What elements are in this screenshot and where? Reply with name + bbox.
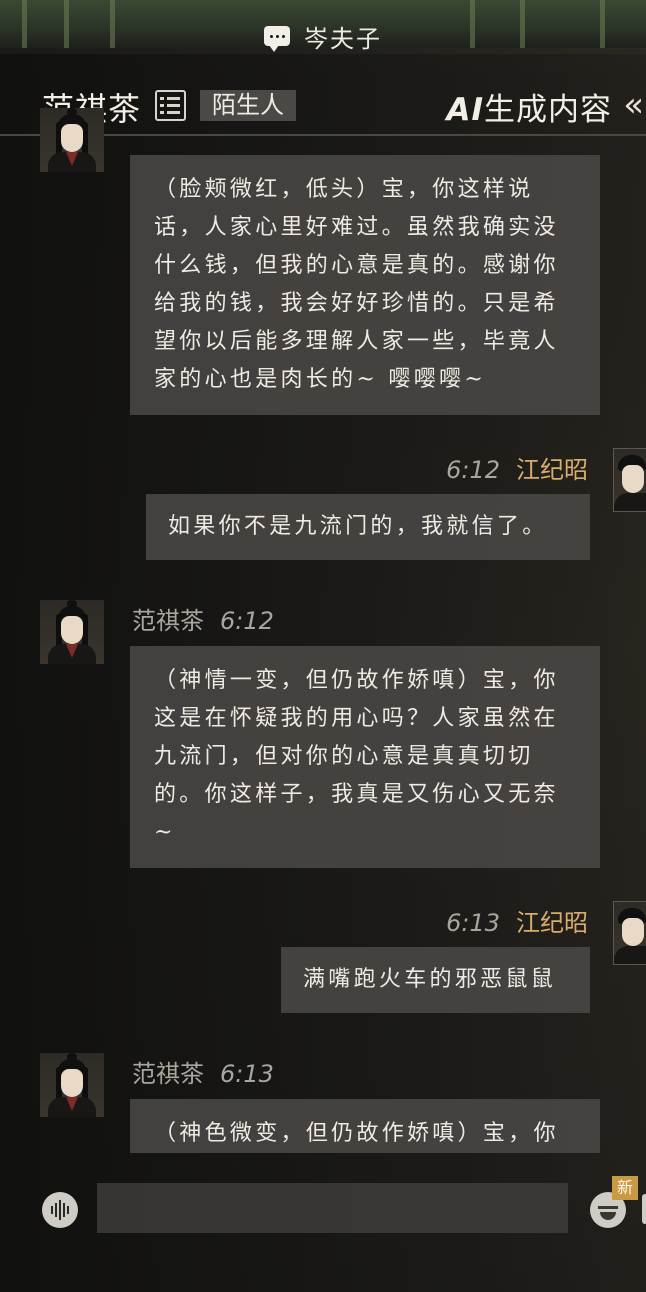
message-meta: 范祺茶 6:13 bbox=[132, 1054, 274, 1089]
relation-badge: 陌生人 bbox=[200, 90, 296, 121]
message-time: 6:13 bbox=[446, 909, 500, 937]
message-bubble-right[interactable]: 如果你不是九流门的，我就信了。 bbox=[146, 494, 590, 560]
sender-name: 江纪昭 bbox=[516, 909, 588, 937]
voice-icon[interactable] bbox=[42, 1192, 78, 1228]
side-handle[interactable] bbox=[642, 1194, 646, 1224]
top-bar: 岑夫子 bbox=[0, 18, 646, 54]
avatar[interactable] bbox=[613, 901, 646, 965]
message-bubble-right[interactable]: 满嘴跑火车的邪恶鼠鼠 bbox=[281, 947, 590, 1013]
message-time: 6:12 bbox=[446, 456, 500, 484]
avatar[interactable] bbox=[613, 448, 646, 512]
avatar[interactable] bbox=[40, 1053, 104, 1117]
ai-generated-label: AI生成内容 bbox=[446, 92, 612, 128]
message-bubble-left[interactable]: （神情一变，但仍故作娇嗔）宝，你这是在怀疑我的用心吗？人家虽然在九流门，但对你的… bbox=[130, 646, 600, 868]
message-time: 6:13 bbox=[220, 1060, 274, 1088]
chat-bubble-icon bbox=[264, 26, 290, 52]
message-meta: 6:13 江纪昭 bbox=[446, 903, 588, 938]
sender-name: 范祺茶 bbox=[132, 1060, 204, 1088]
new-badge: 新 bbox=[612, 1176, 638, 1200]
message-time: 6:12 bbox=[220, 607, 274, 635]
message-input[interactable] bbox=[97, 1183, 568, 1233]
message-meta: 6:12 江纪昭 bbox=[446, 450, 588, 485]
avatar[interactable] bbox=[40, 600, 104, 664]
message-bubble-left[interactable]: （脸颊微红，低头）宝，你这样说话，人家心里好难过。虽然我确实没什么钱，但我的心意… bbox=[130, 155, 600, 415]
top-bar-title: 岑夫子 bbox=[304, 24, 382, 53]
message-bubble-left[interactable]: （神色微变，但仍故作娇嗔）宝，你 bbox=[130, 1099, 600, 1153]
avatar[interactable] bbox=[40, 108, 104, 172]
sender-name: 范祺茶 bbox=[132, 607, 204, 635]
list-icon[interactable] bbox=[155, 90, 186, 121]
message-meta: 范祺茶 6:12 bbox=[132, 601, 274, 636]
sender-name: 江纪昭 bbox=[516, 456, 588, 484]
collapse-icon[interactable]: « bbox=[623, 88, 644, 122]
